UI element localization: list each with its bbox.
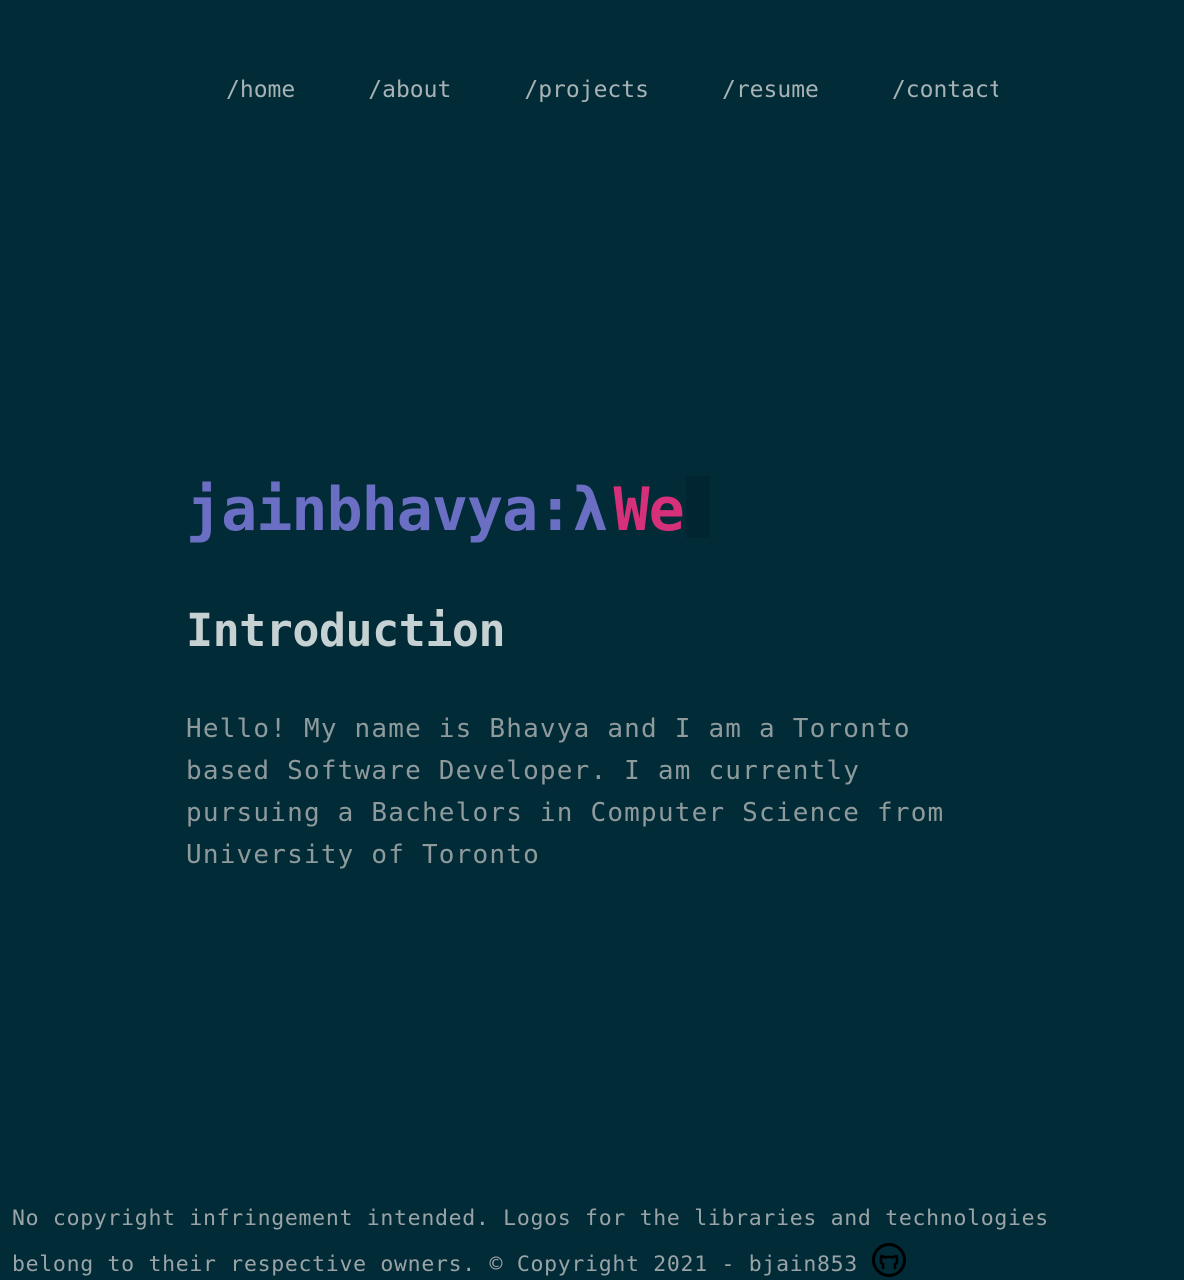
page: /home /about /projects /resume /contact … [0,0,1184,1280]
nav-link-about[interactable]: /about [368,77,451,103]
footer-copyright: belong to their respective owners. © Cop… [12,1252,858,1277]
typed-text: We [613,475,684,545]
footer-line-2: belong to their respective owners. © Cop… [12,1242,1172,1280]
nav-link-contact[interactable]: /contact [892,77,998,103]
text-cursor [685,476,710,538]
footer-line-1: No copyright infringement intended. Logo… [12,1206,1049,1231]
footer: No copyright infringement intended. Logo… [12,1196,1172,1280]
intro-paragraph: Hello! My name is Bhavya and I am a Toro… [186,714,945,870]
nav-link-home[interactable]: /home [226,77,295,103]
hero-prompt: jainbhavya:λ We [186,468,710,552]
section-title: Introduction [186,604,506,657]
nav-link-projects[interactable]: /projects [524,77,649,103]
github-icon[interactable] [871,1243,906,1277]
top-nav: /home /about /projects /resume /contact [226,72,998,108]
nav-link-resume[interactable]: /resume [722,77,819,103]
prompt-text: jainbhavya:λ [186,475,608,545]
